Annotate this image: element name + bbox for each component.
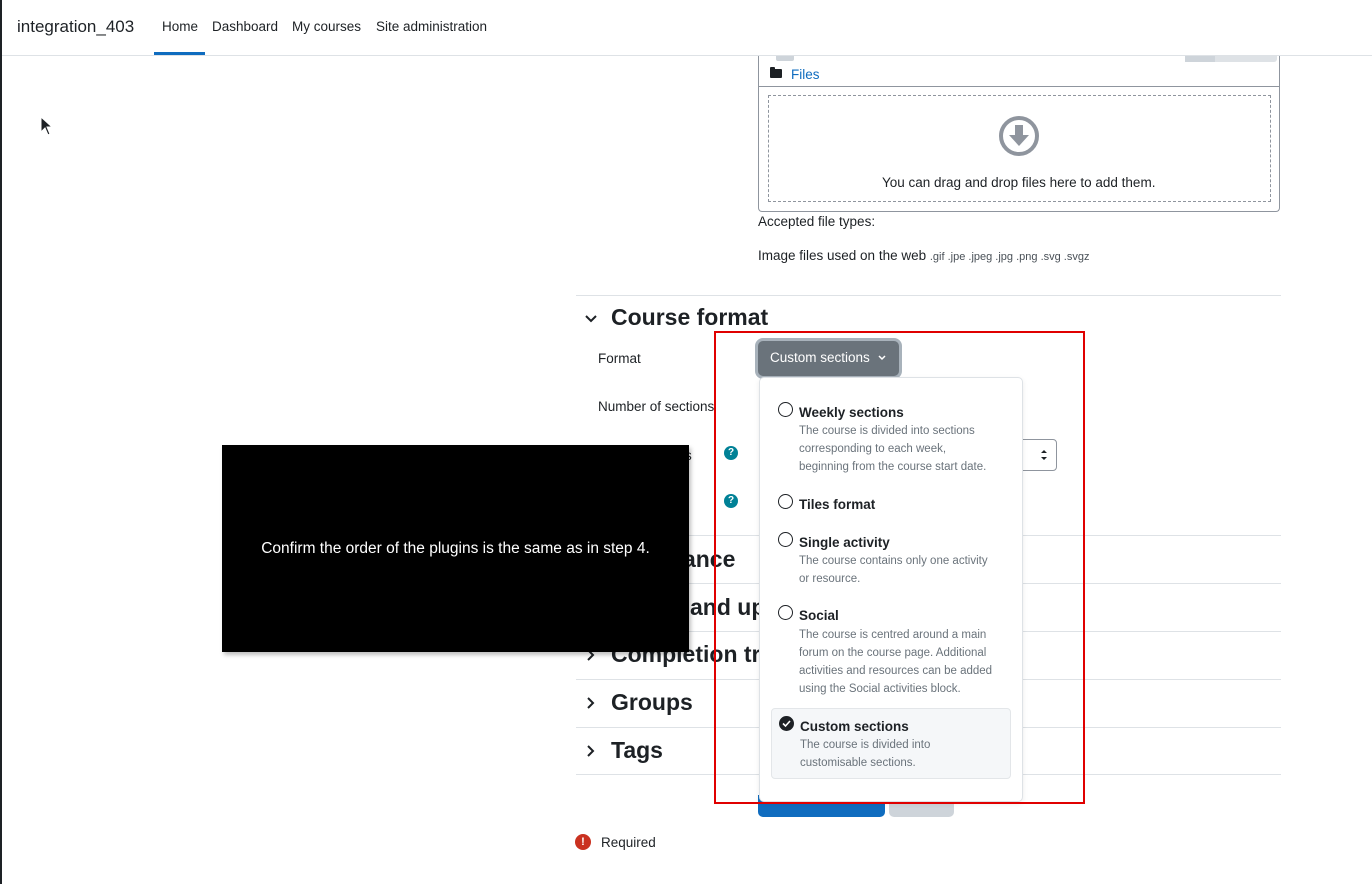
required-icon: !: [575, 834, 591, 850]
filemanager-view-toggle[interactable]: [1185, 56, 1277, 62]
number-of-sections-label: Number of sections: [598, 399, 715, 414]
accepted-types-label: Accepted file types:: [758, 214, 876, 229]
desc-line: using the Social activities block.: [799, 683, 961, 695]
format-label: Format: [598, 351, 641, 366]
section-divider: [576, 295, 1281, 296]
desc-line: activities and resources can be added: [799, 665, 993, 677]
chevron-down-icon: [878, 355, 886, 361]
chevron-right-icon[interactable]: [584, 744, 598, 758]
format-dropdown-button[interactable]: Custom sections: [758, 341, 899, 376]
instruction-overlay: Confirm the order of the plugins is the …: [222, 445, 689, 652]
radio-social[interactable]: [778, 605, 793, 620]
chevron-down-icon[interactable]: [584, 312, 598, 326]
filemanager-add-button[interactable]: [776, 56, 794, 61]
section-title-groups[interactable]: Groups: [611, 689, 693, 716]
required-label: Required: [601, 835, 656, 850]
option-desc-single-activity: The course contains only one activity or…: [799, 552, 988, 588]
option-title-single-activity[interactable]: Single activity: [799, 535, 890, 550]
section-title-course-format[interactable]: Course format: [611, 304, 768, 331]
desc-line: The course is divided into: [800, 739, 931, 751]
download-arrow-icon: [999, 116, 1039, 156]
mouse-cursor-icon: [40, 116, 54, 136]
desc-line: beginning from the course start date.: [799, 461, 987, 473]
nav-site-administration[interactable]: Site administration: [376, 19, 487, 34]
format-dropdown-value: Custom sections: [770, 350, 870, 365]
help-icon[interactable]: ?: [724, 446, 738, 460]
option-title-weekly-sections[interactable]: Weekly sections: [799, 405, 904, 420]
accepted-types-desc: Image files used on the web .gif .jpe .j…: [758, 248, 1089, 263]
option-title-tiles-format[interactable]: Tiles format: [799, 497, 875, 512]
help-icon[interactable]: ?: [724, 494, 738, 508]
select-arrows-icon: [1041, 450, 1047, 460]
chevron-right-icon[interactable]: [584, 696, 598, 710]
radio-tiles-format[interactable]: [778, 494, 793, 509]
desc-line: customisable sections.: [800, 757, 916, 769]
filemanager-divider: [759, 86, 1279, 87]
top-navbar: integration_403 Home Dashboard My course…: [2, 0, 1372, 56]
option-title-custom-sections[interactable]: Custom sections: [800, 719, 909, 734]
desc-line: corresponding to each week,: [799, 443, 947, 455]
accepted-types-text: Image files used on the web: [758, 248, 927, 263]
drop-zone-text: You can drag and drop files here to add …: [882, 175, 1156, 190]
filemanager-files-link[interactable]: Files: [791, 67, 820, 82]
folder-icon: [770, 67, 782, 78]
desc-line: or resource.: [799, 573, 861, 585]
option-desc-custom-sections: The course is divided into customisable …: [800, 736, 930, 772]
option-desc-social: The course is centred around a main foru…: [799, 626, 992, 698]
instruction-text: Confirm the order of the plugins is the …: [261, 539, 650, 557]
desc-line: The course contains only one activity: [799, 555, 988, 567]
accepted-types-extensions: .gif .jpe .jpeg .jpg .png .svg .svgz: [929, 251, 1090, 263]
nav-my-courses[interactable]: My courses: [292, 19, 361, 34]
option-desc-weekly-sections: The course is divided into sections corr…: [799, 422, 986, 476]
site-brand[interactable]: integration_403: [17, 17, 134, 37]
section-title-tags[interactable]: Tags: [611, 737, 663, 764]
check-circle-icon[interactable]: [779, 716, 794, 731]
radio-weekly-sections[interactable]: [778, 402, 793, 417]
nav-home-active-indicator: [154, 52, 205, 55]
desc-line: forum on the course page. Additional: [799, 647, 987, 659]
radio-single-activity[interactable]: [778, 532, 793, 547]
desc-line: The course is divided into sections: [799, 425, 975, 437]
nav-dashboard[interactable]: Dashboard: [212, 19, 278, 34]
option-title-social[interactable]: Social: [799, 608, 839, 623]
nav-home[interactable]: Home: [162, 19, 198, 34]
desc-line: The course is centred around a main: [799, 629, 987, 641]
